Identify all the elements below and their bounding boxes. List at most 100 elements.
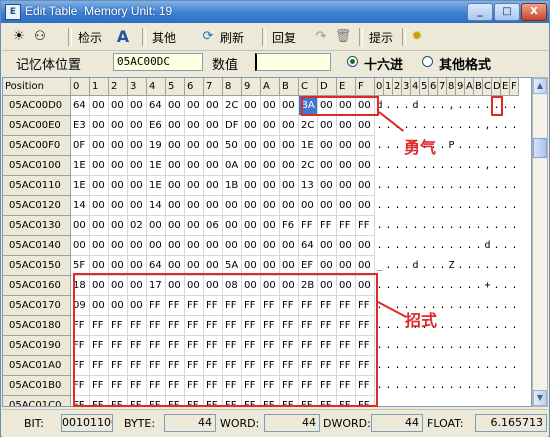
- ascii-cell[interactable]: .: [411, 236, 420, 256]
- address-input[interactable]: 05AC00DC: [113, 53, 203, 71]
- ascii-cell[interactable]: .: [438, 316, 447, 336]
- row-address[interactable]: 05AC0110: [3, 176, 71, 196]
- ascii-cell[interactable]: d: [483, 236, 492, 256]
- hex-cell[interactable]: 00: [242, 196, 261, 216]
- hex-cell[interactable]: 00: [166, 96, 185, 116]
- ascii-cell[interactable]: .: [456, 336, 465, 356]
- hex-cell[interactable]: 00: [185, 136, 204, 156]
- ascii-cell[interactable]: .: [438, 176, 447, 196]
- ascii-cell[interactable]: .: [456, 376, 465, 396]
- ascii-cell[interactable]: .: [438, 296, 447, 316]
- ascii-cell[interactable]: .: [393, 216, 402, 236]
- hex-cell[interactable]: 00: [128, 236, 147, 256]
- minimize-button[interactable]: _: [467, 3, 493, 21]
- ascii-cell[interactable]: .: [438, 196, 447, 216]
- ascii-cell[interactable]: .: [402, 336, 411, 356]
- ascii-cell[interactable]: .: [384, 236, 393, 256]
- hex-cell[interactable]: 00: [280, 96, 299, 116]
- ascii-cell[interactable]: .: [492, 236, 501, 256]
- ascii-cell[interactable]: .: [501, 216, 510, 236]
- hex-cell[interactable]: 00: [90, 96, 109, 116]
- ascii-cell[interactable]: d: [411, 96, 420, 116]
- scroll-thumb[interactable]: [533, 138, 547, 158]
- ascii-cell[interactable]: .: [501, 236, 510, 256]
- hex-cell[interactable]: FF: [299, 216, 318, 236]
- ascii-cell[interactable]: .: [501, 356, 510, 376]
- hex-cell[interactable]: 00: [280, 196, 299, 216]
- hex-cell[interactable]: 00: [242, 176, 261, 196]
- ascii-cell[interactable]: .: [465, 236, 474, 256]
- ascii-cell[interactable]: .: [510, 316, 519, 336]
- ascii-cell[interactable]: .: [474, 116, 483, 136]
- hex-cell[interactable]: 00: [90, 156, 109, 176]
- row-address[interactable]: 05AC0150: [3, 256, 71, 276]
- ascii-cell[interactable]: .: [474, 376, 483, 396]
- hex-cell[interactable]: 00: [318, 176, 337, 196]
- hex-cell[interactable]: 00: [261, 136, 280, 156]
- hex-cell[interactable]: 00: [280, 156, 299, 176]
- ascii-cell[interactable]: .: [456, 356, 465, 376]
- ascii-cell[interactable]: P: [447, 136, 456, 156]
- ascii-cell[interactable]: .: [420, 376, 429, 396]
- row-address[interactable]: 05AC00D0: [3, 96, 71, 116]
- hex-cell[interactable]: 50: [223, 136, 242, 156]
- ascii-cell[interactable]: .: [447, 356, 456, 376]
- ascii-cell[interactable]: .: [465, 276, 474, 296]
- ascii-cell[interactable]: .: [492, 336, 501, 356]
- ascii-cell[interactable]: .: [402, 196, 411, 216]
- ascii-cell[interactable]: .: [384, 376, 393, 396]
- ascii-cell[interactable]: .: [465, 356, 474, 376]
- hex-cell[interactable]: 00: [204, 156, 223, 176]
- ascii-cell[interactable]: .: [429, 256, 438, 276]
- ascii-cell[interactable]: .: [474, 276, 483, 296]
- ascii-cell[interactable]: .: [510, 96, 519, 116]
- hex-cell[interactable]: 00: [337, 156, 356, 176]
- ascii-cell[interactable]: .: [510, 236, 519, 256]
- ascii-cell[interactable]: .: [402, 256, 411, 276]
- hex-cell[interactable]: 00: [109, 236, 128, 256]
- hex-cell[interactable]: 00: [261, 236, 280, 256]
- ascii-cell[interactable]: .: [492, 296, 501, 316]
- row-address[interactable]: 05AC0120: [3, 196, 71, 216]
- ascii-cell[interactable]: .: [384, 176, 393, 196]
- ascii-cell[interactable]: .: [510, 156, 519, 176]
- ascii-cell[interactable]: .: [492, 376, 501, 396]
- ascii-cell[interactable]: .: [492, 196, 501, 216]
- ascii-cell[interactable]: .: [420, 336, 429, 356]
- row-address[interactable]: 05AC0140: [3, 236, 71, 256]
- ascii-cell[interactable]: .: [438, 116, 447, 136]
- hex-cell[interactable]: 00: [90, 176, 109, 196]
- refresh-button[interactable]: ⟳ 刷新: [199, 27, 244, 47]
- ascii-cell[interactable]: .: [510, 296, 519, 316]
- hex-cell[interactable]: 00: [166, 156, 185, 176]
- hex-cell[interactable]: 00: [90, 196, 109, 216]
- ascii-cell[interactable]: .: [402, 116, 411, 136]
- hex-cell[interactable]: 00: [71, 216, 90, 236]
- hex-cell[interactable]: 02: [128, 216, 147, 236]
- font-button[interactable]: A: [114, 27, 135, 47]
- ascii-cell[interactable]: .: [447, 176, 456, 196]
- ascii-cell[interactable]: .: [447, 196, 456, 216]
- hex-cell[interactable]: 00: [166, 236, 185, 256]
- ascii-cell[interactable]: .: [429, 396, 438, 406]
- hex-cell[interactable]: FF: [356, 216, 375, 236]
- ascii-cell[interactable]: .: [384, 196, 393, 216]
- ascii-cell[interactable]: .: [483, 356, 492, 376]
- hex-cell[interactable]: 00: [318, 196, 337, 216]
- hex-cell[interactable]: 00: [147, 216, 166, 236]
- hex-cell[interactable]: 00: [204, 196, 223, 216]
- hex-cell[interactable]: 00: [223, 196, 242, 216]
- hex-cell[interactable]: 00: [280, 136, 299, 156]
- hex-cell[interactable]: 00: [356, 136, 375, 156]
- hex-cell[interactable]: 00: [337, 116, 356, 136]
- hex-cell[interactable]: 1E: [147, 156, 166, 176]
- ascii-cell[interactable]: .: [483, 376, 492, 396]
- hex-cell[interactable]: 00: [318, 156, 337, 176]
- other-format-radio[interactable]: [422, 56, 433, 67]
- row-address[interactable]: 05AC0100: [3, 156, 71, 176]
- hex-cell[interactable]: 00: [185, 216, 204, 236]
- maximize-button[interactable]: □: [494, 3, 520, 21]
- ascii-cell[interactable]: .: [411, 156, 420, 176]
- ascii-cell[interactable]: .: [447, 236, 456, 256]
- ascii-cell[interactable]: ,: [483, 116, 492, 136]
